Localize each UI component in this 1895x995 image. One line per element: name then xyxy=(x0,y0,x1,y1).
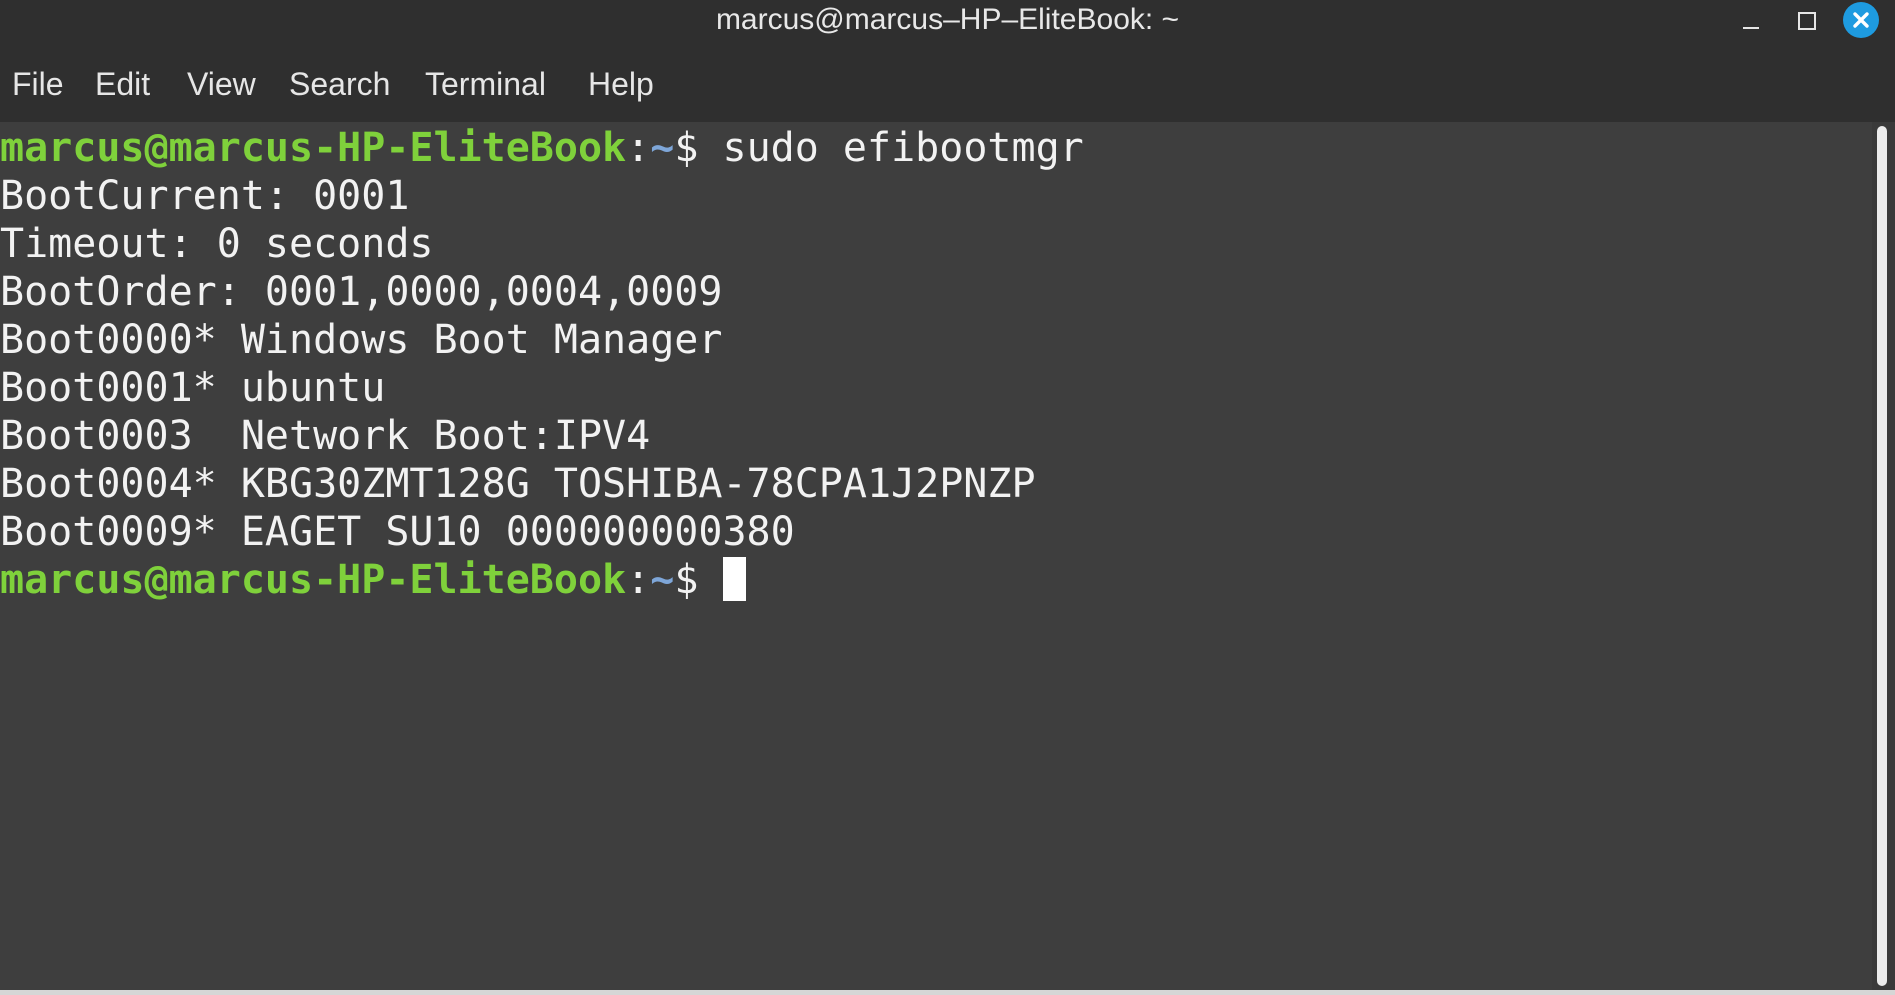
maximize-button[interactable] xyxy=(1788,2,1824,38)
menu-search[interactable]: Search xyxy=(289,66,390,102)
prompt-separator: : xyxy=(626,557,651,603)
output-line: BootOrder: 0001,0000,0004,0009 xyxy=(0,269,723,315)
minimize-button[interactable] xyxy=(1732,2,1768,38)
terminal-window: marcus@marcus–HP–EliteBook: ~ File Edit … xyxy=(0,0,1895,995)
vertical-scrollbar[interactable] xyxy=(1872,122,1895,990)
menu-file[interactable]: File xyxy=(12,66,64,102)
prompt-user-host: marcus@marcus-HP-EliteBook xyxy=(0,125,627,171)
title-bar[interactable]: marcus@marcus–HP–EliteBook: ~ xyxy=(0,0,1895,40)
output-line: Timeout: 0 seconds xyxy=(0,221,434,267)
output-line: BootCurrent: 0001 xyxy=(0,173,410,219)
prompt-symbol: $ xyxy=(674,557,699,603)
maximize-icon xyxy=(1798,12,1816,30)
command-line: marcus@marcus-HP-EliteBook:~$ sudo efibo… xyxy=(0,124,1084,172)
output-line: Boot0009* EAGET SU10 000000000380 xyxy=(0,509,795,555)
menu-terminal[interactable]: Terminal xyxy=(425,66,546,102)
output-line: Boot0003 Network Boot:IPV4 xyxy=(0,413,651,459)
command-text: sudo efibootmgr xyxy=(722,125,1084,171)
menu-view[interactable]: View xyxy=(187,66,256,102)
text-cursor xyxy=(722,557,746,601)
window-title: marcus@marcus–HP–EliteBook: ~ xyxy=(715,3,1180,36)
output-line: Boot0004* KBG30ZMT128G TOSHIBA-78CPA1J2P… xyxy=(0,461,1036,507)
menu-bar: File Edit View Search Terminal Help xyxy=(0,40,1895,122)
prompt-path: ~ xyxy=(650,557,675,603)
prompt-path: ~ xyxy=(650,125,675,171)
prompt-user-host: marcus@marcus-HP-EliteBook xyxy=(0,557,627,603)
menu-edit[interactable]: Edit xyxy=(95,66,150,102)
close-icon xyxy=(1843,2,1879,38)
prompt-separator: : xyxy=(626,125,651,171)
output-line: Boot0001* ubuntu xyxy=(0,365,386,411)
close-button[interactable] xyxy=(1843,2,1879,38)
menu-help[interactable]: Help xyxy=(588,66,654,102)
window-bottom-edge xyxy=(0,990,1895,995)
current-prompt-line[interactable]: marcus@marcus-HP-EliteBook:~$ xyxy=(0,556,746,604)
terminal-output-area[interactable]: marcus@marcus-HP-EliteBook:~$ sudo efibo… xyxy=(0,122,1872,990)
output-line: Boot0000* Windows Boot Manager xyxy=(0,317,723,363)
prompt-symbol: $ xyxy=(674,125,699,171)
scrollbar-thumb[interactable] xyxy=(1877,126,1887,986)
minimize-icon xyxy=(1743,27,1759,29)
